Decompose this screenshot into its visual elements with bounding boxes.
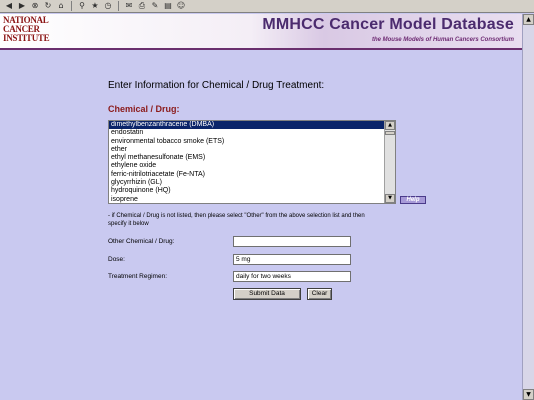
select-option[interactable]: ferric-nitrilotriacetate (Fe-NTA)	[109, 171, 395, 179]
dose-input[interactable]	[233, 254, 351, 265]
clear-button[interactable]: Clear	[307, 288, 332, 300]
nci-logo-line: INSTITUTE	[3, 33, 50, 43]
select-option[interactable]: ether	[109, 146, 395, 154]
submit-data-button[interactable]: Submit Data	[233, 288, 301, 300]
discuss-icon[interactable]: ▤	[163, 1, 173, 11]
mail-icon[interactable]: ✉	[124, 1, 134, 11]
select-scroll-thumb[interactable]	[385, 131, 395, 135]
toolbar-divider	[71, 1, 72, 11]
other-chemical-input[interactable]	[233, 236, 351, 247]
page-scrollbar[interactable]: ▲ ▼	[522, 14, 534, 400]
select-option[interactable]: dimethylbenzanthracene (DMBA)	[109, 121, 395, 130]
select-option[interactable]: ethyl methanesulfonate (EMS)	[109, 154, 395, 162]
refresh-icon[interactable]: ↻	[43, 1, 53, 11]
select-scrollbar[interactable]: ▲ ▼	[384, 121, 395, 203]
database-subtitle: the Mouse Models of Human Cancers Consor…	[371, 37, 514, 43]
select-scroll-up-icon[interactable]: ▲	[385, 121, 395, 130]
site-banner: NATIONAL CANCER INSTITUTE MMHCC Cancer M…	[0, 14, 522, 50]
help-button[interactable]: Help	[400, 196, 426, 204]
select-option[interactable]: hydroquinone (HQ)	[109, 187, 395, 195]
print-icon[interactable]: ⎙	[137, 1, 147, 11]
history-icon[interactable]: ◷	[103, 1, 113, 11]
other-instruction-note: - if Chemical / Drug is not listed, then…	[108, 213, 365, 227]
select-option[interactable]: isoprene	[109, 196, 395, 203]
chemical-drug-label: Chemical / Drug:	[108, 104, 180, 114]
scroll-down-icon[interactable]: ▼	[523, 389, 534, 400]
home-icon[interactable]: ⌂	[56, 1, 66, 11]
chemical-drug-select[interactable]: dimethylbenzanthracene (DMBA) endostatin e…	[108, 120, 396, 204]
select-scroll-down-icon[interactable]: ▼	[385, 194, 395, 203]
database-title: MMHCC Cancer Model Database	[262, 16, 514, 33]
browser-toolbar: ◀ ▶ ⊗ ↻ ⌂ ⚲ ★ ◷ ✉ ⎙ ✎ ▤ ☺	[0, 0, 534, 13]
forward-icon[interactable]: ▶	[17, 1, 27, 11]
messenger-icon[interactable]: ☺	[176, 1, 186, 11]
stop-icon[interactable]: ⊗	[30, 1, 40, 11]
select-option[interactable]: environmental tobacco smoke (ETS)	[109, 138, 395, 146]
favorites-icon[interactable]: ★	[90, 1, 100, 11]
search-icon[interactable]: ⚲	[77, 1, 87, 11]
other-chemical-label: Other Chemical / Drug:	[108, 238, 175, 245]
scroll-up-icon[interactable]: ▲	[523, 14, 534, 25]
select-option[interactable]: ethylene oxide	[109, 162, 395, 170]
select-option[interactable]: endostatin	[109, 129, 395, 137]
page-heading: Enter Information for Chemical / Drug Tr…	[108, 80, 325, 91]
treatment-regimen-label: Treatment Regimen:	[108, 273, 168, 280]
back-icon[interactable]: ◀	[4, 1, 14, 11]
treatment-regimen-input[interactable]	[233, 271, 351, 282]
option-list: dimethylbenzanthracene (DMBA) endostatin e…	[109, 121, 395, 203]
dose-label: Dose:	[108, 256, 125, 263]
edit-icon[interactable]: ✎	[150, 1, 160, 11]
toolbar-divider	[118, 1, 119, 11]
select-option[interactable]: glycyrrhizin (GL)	[109, 179, 395, 187]
nci-logo[interactable]: NATIONAL CANCER INSTITUTE	[3, 16, 59, 43]
